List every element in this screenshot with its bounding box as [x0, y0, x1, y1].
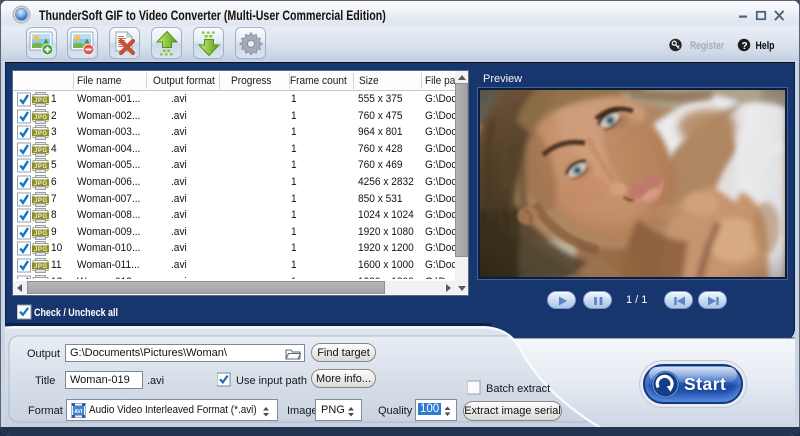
svg-text:Help: Help — [756, 40, 775, 52]
svg-text:JPG: JPG — [34, 115, 47, 121]
svg-text:Check / Uncheck all: Check / Uncheck all — [34, 307, 118, 319]
svg-text:Register: Register — [690, 40, 725, 52]
svg-text:AVI: AVI — [74, 409, 83, 415]
svg-text:Batch extract: Batch extract — [486, 383, 550, 395]
svg-text:JPG: JPG — [34, 98, 47, 104]
svg-text:Use input path: Use input path — [236, 375, 307, 387]
svg-text:?: ? — [742, 41, 748, 52]
